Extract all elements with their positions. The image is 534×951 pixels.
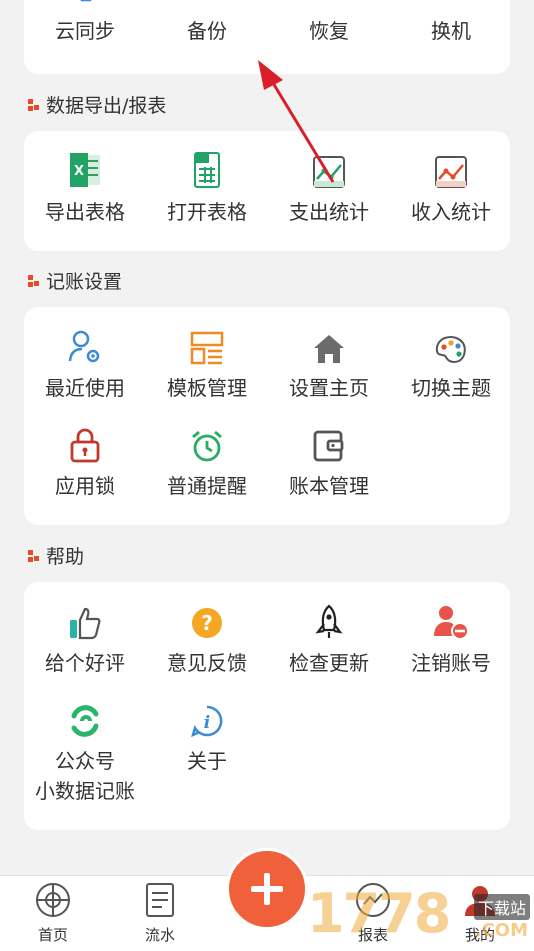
app-lock-label: 应用锁 — [55, 474, 115, 498]
expense-stats-button[interactable]: 支出统计 — [268, 149, 390, 227]
rate-app-button[interactable]: 给个好评 — [24, 600, 146, 678]
switch-device-label: 换机 — [431, 19, 471, 43]
set-home-label: 设置主页 — [289, 376, 369, 400]
palette-icon — [390, 325, 512, 365]
wechat-account-button[interactable]: 公众号 小数据记账 — [24, 698, 146, 806]
ledger-manage-label: 账本管理 — [289, 474, 369, 498]
sync-card: 云同步 备份 恢复 换机 — [24, 0, 510, 74]
rate-app-label: 给个好评 — [45, 651, 125, 675]
user-gear-icon — [24, 325, 146, 365]
income-chart-icon — [390, 149, 512, 189]
watermark-number: 1778 — [307, 882, 451, 945]
plus-icon — [251, 873, 283, 905]
backup-label: 备份 — [187, 19, 227, 43]
svg-text:X: X — [74, 164, 84, 179]
recent-used-label: 最近使用 — [45, 376, 125, 400]
section-mark-icon — [28, 549, 40, 562]
svg-text:?: ? — [201, 611, 213, 635]
section-mark-icon — [28, 274, 40, 287]
cloud-sync-label: 云同步 — [55, 19, 115, 43]
switch-device-button[interactable]: 换机 — [390, 0, 512, 46]
tab-flow[interactable]: 流水 — [120, 882, 200, 945]
template-icon — [146, 325, 268, 365]
delete-account-label: 注销账号 — [411, 651, 491, 675]
template-manage-label: 模板管理 — [167, 376, 247, 400]
svg-text:i: i — [204, 713, 210, 733]
check-update-button[interactable]: 检查更新 — [268, 600, 390, 678]
watermark-suffix: .COM — [474, 920, 528, 941]
alarm-icon — [146, 423, 268, 463]
set-home-button[interactable]: 设置主页 — [268, 325, 390, 403]
normal-reminder-label: 普通提醒 — [167, 474, 247, 498]
wechat-icon — [24, 698, 146, 738]
document-tab-icon — [146, 883, 174, 917]
tab-home-label: 首页 — [37, 926, 68, 944]
spreadsheet-icon — [146, 149, 268, 189]
restore-label: 恢复 — [309, 19, 349, 43]
tab-home[interactable]: 首页 — [13, 882, 93, 945]
recent-used-button[interactable]: 最近使用 — [24, 325, 146, 403]
add-record-button[interactable] — [226, 848, 308, 930]
export-excel-button[interactable]: X 导出表格 — [24, 149, 146, 227]
feedback-button[interactable]: ? 意见反馈 — [146, 600, 268, 678]
ledger-manage-button[interactable]: 账本管理 — [268, 423, 390, 501]
watermark-badge: 下载站 — [473, 894, 530, 920]
settings-card: 最近使用 模板管理 设置主页 切换主题 应用锁 普通提醒 账本管理 — [24, 307, 510, 525]
about-button[interactable]: i 关于 — [146, 698, 268, 776]
check-update-label: 检查更新 — [289, 651, 369, 675]
home-tab-icon — [36, 883, 70, 917]
delete-account-button[interactable]: 注销账号 — [390, 600, 512, 678]
switch-theme-button[interactable]: 切换主题 — [390, 325, 512, 403]
normal-reminder-button[interactable]: 普通提醒 — [146, 423, 268, 501]
template-manage-button[interactable]: 模板管理 — [146, 325, 268, 403]
expense-chart-icon — [268, 149, 390, 189]
watermark-logo: 1778 下载站 .COM — [305, 880, 534, 950]
help-card: 给个好评 ? 意见反馈 检查更新 注销账号 公众号 小数据记账 i 关于 — [24, 582, 510, 830]
section-title-help: 帮助 — [28, 542, 84, 569]
user-remove-icon — [390, 600, 512, 640]
expense-stats-label: 支出统计 — [289, 200, 369, 224]
app-lock-button[interactable]: 应用锁 — [24, 423, 146, 501]
open-sheet-label: 打开表格 — [167, 200, 247, 224]
backup-icon — [146, 0, 268, 8]
restore-icon — [268, 0, 390, 8]
section-mark-icon — [28, 98, 40, 111]
question-icon: ? — [146, 600, 268, 640]
excel-icon: X — [24, 149, 146, 189]
about-label: 关于 — [187, 749, 227, 773]
rocket-icon — [268, 600, 390, 640]
wallet-icon — [268, 423, 390, 463]
info-icon: i — [146, 698, 268, 738]
restore-button[interactable]: 恢复 — [268, 0, 390, 46]
income-stats-label: 收入统计 — [411, 200, 491, 224]
cloud-sync-icon — [24, 0, 146, 8]
backup-button[interactable]: 备份 — [146, 0, 268, 46]
home-icon — [268, 325, 390, 365]
lock-icon — [24, 423, 146, 463]
export-excel-label: 导出表格 — [45, 200, 125, 224]
cloud-sync-button[interactable]: 云同步 — [24, 0, 146, 46]
feedback-label: 意见反馈 — [167, 651, 247, 675]
switch-device-icon — [390, 0, 512, 8]
income-stats-button[interactable]: 收入统计 — [390, 149, 512, 227]
section-title-export: 数据导出/报表 — [28, 91, 166, 118]
switch-theme-label: 切换主题 — [411, 376, 491, 400]
wechat-account-name: 小数据记账 — [35, 779, 135, 803]
export-card: X 导出表格 打开表格 支出统计 收入统计 — [24, 131, 510, 251]
section-title-settings: 记账设置 — [28, 267, 122, 294]
wechat-account-label: 公众号 — [55, 749, 115, 773]
tab-flow-label: 流水 — [144, 926, 175, 944]
thumbs-up-icon — [24, 600, 146, 640]
open-sheet-button[interactable]: 打开表格 — [146, 149, 268, 227]
